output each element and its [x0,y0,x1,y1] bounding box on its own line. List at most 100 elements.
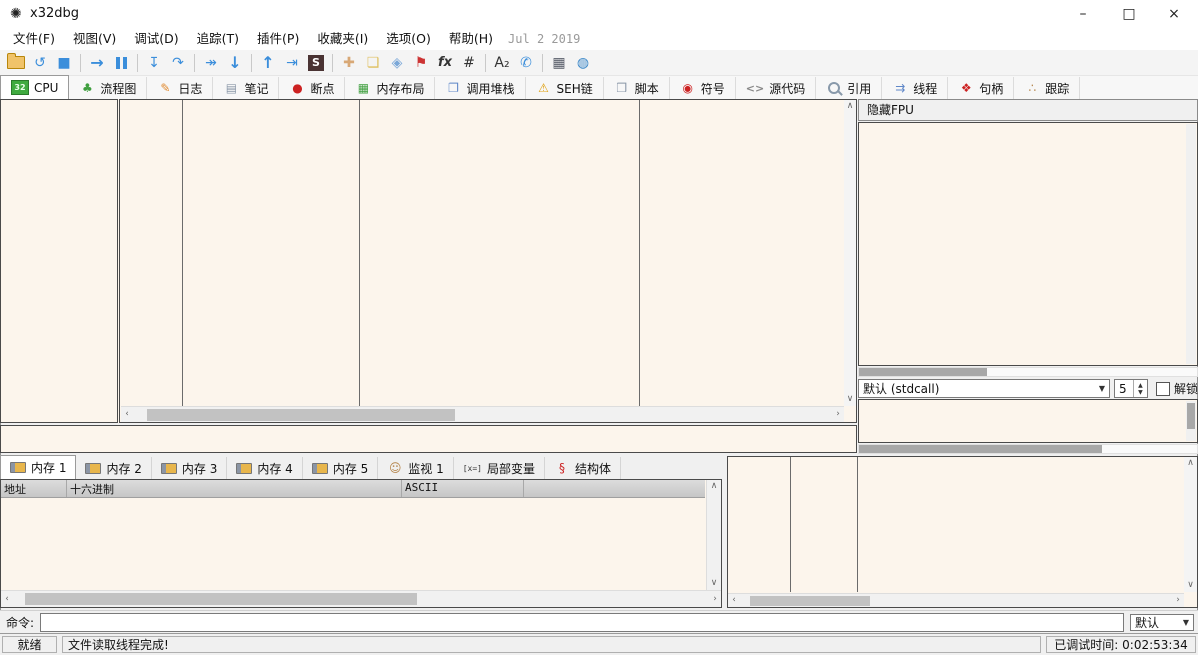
scroll-right-icon[interactable]: › [709,595,721,604]
maximize-button[interactable]: □ [1112,0,1146,28]
column-header-ascii[interactable]: ASCII [402,480,524,497]
tab-graph[interactable]: ♣流程图 [69,77,147,99]
tab-call-stack[interactable]: ❐调用堆栈 [435,77,525,99]
scrollbar-thumb[interactable] [859,368,987,376]
step-over-button[interactable]: ↷ [167,52,189,74]
tab-dump-3[interactable]: 内存 3 [152,457,227,479]
scroll-left-icon[interactable]: ‹ [1,595,13,604]
minimize-button[interactable]: – [1066,0,1100,28]
scroll-up-icon[interactable]: ∧ [844,102,856,111]
tab-script[interactable]: ❒脚本 [604,77,670,99]
hide-fpu-button[interactable]: 隐藏FPU [858,99,1198,121]
command-profile-dropdown[interactable]: 默认▼ [1130,614,1194,631]
menu-debug[interactable]: 调试(D) [125,28,187,50]
arguments-pane[interactable] [858,399,1198,443]
step-out-button[interactable]: ↑ [257,52,279,74]
tab-references[interactable]: 引用 [816,77,882,99]
scroll-down-icon[interactable]: ∨ [844,395,856,404]
calculator-button[interactable]: ▦ [548,52,570,74]
restart-button[interactable]: ↺ [29,52,51,74]
scroll-up-icon[interactable]: ∧ [708,482,720,491]
tab-dump-4[interactable]: 内存 4 [227,457,302,479]
pause-button[interactable] [110,52,132,74]
close-button[interactable]: × [1157,0,1191,28]
column-header-address[interactable]: 地址 [1,480,67,497]
functions-button[interactable]: fx [434,52,456,74]
help-button[interactable]: ◍ [572,52,594,74]
tab-locals[interactable]: [x=]局部变量 [454,457,545,479]
close-debuggee-button[interactable]: ■ [53,52,75,74]
tab-seh[interactable]: ⚠SEH链 [526,77,604,99]
scrollbar-thumb[interactable] [1187,403,1195,429]
menu-options[interactable]: 选项(O) [377,28,440,50]
column-header-blank[interactable] [524,480,705,497]
scylla-button[interactable]: S [305,52,327,74]
tab-cpu[interactable]: 32CPU [0,75,69,99]
scroll-down-icon[interactable]: ∨ [1185,581,1197,590]
disassembly-pane[interactable] [0,99,857,423]
scroll-left-icon[interactable]: ‹ [121,410,133,419]
tab-breakpoints[interactable]: ●断点 [279,77,345,99]
argument-count-stepper[interactable]: 5▲▼ [1114,379,1148,398]
registers-pane[interactable] [858,122,1198,366]
registers-horizontal-scrollbar[interactable] [858,367,1198,377]
unlock-checkbox[interactable] [1156,382,1170,396]
tab-struct[interactable]: §结构体 [545,457,621,479]
scroll-right-icon[interactable]: › [1172,596,1184,605]
calling-convention-dropdown[interactable]: 默认 (stdcall)▼ [858,379,1110,398]
registers-vertical-scrollbar[interactable] [1186,124,1196,364]
tab-memory-map[interactable]: ▦内存布局 [345,77,435,99]
stack-horizontal-scrollbar[interactable]: ‹› [728,593,1184,607]
hash-button[interactable]: # [458,52,480,74]
animate-into-button[interactable]: ↠ [200,52,222,74]
menu-help[interactable]: 帮助(H) [440,28,502,50]
stack-vertical-scrollbar[interactable]: ∧∨ [1184,457,1197,592]
execute-till-return-button[interactable]: ↓ [224,52,246,74]
scrollbar-thumb[interactable] [147,409,455,421]
patch-button[interactable]: ✚ [338,52,360,74]
scrollbar-thumb[interactable] [859,445,1102,453]
arguments-vertical-scrollbar[interactable] [1186,401,1196,441]
step-into-button[interactable]: ↧ [143,52,165,74]
scrollbar-thumb[interactable] [25,593,417,605]
comments-button[interactable]: ❏ [362,52,384,74]
scroll-right-icon[interactable]: › [832,410,844,419]
tab-source[interactable]: <>源代码 [736,77,816,99]
run-button[interactable]: → [86,52,108,74]
stack-pane[interactable] [727,456,1198,608]
menu-file[interactable]: 文件(F) [4,28,64,50]
menu-trace[interactable]: 追踪(T) [188,28,248,50]
run-to-user-code-button[interactable]: ⇥ [281,52,303,74]
arguments-horizontal-scrollbar[interactable] [858,444,1198,454]
menu-favourites[interactable]: 收藏夹(I) [308,28,377,50]
menu-plugins[interactable]: 插件(P) [248,28,308,50]
tab-notes[interactable]: ▤笔记 [213,77,279,99]
tab-log[interactable]: ✎日志 [147,77,213,99]
scroll-down-icon[interactable]: ∨ [708,579,720,588]
labels-button[interactable]: ◈ [386,52,408,74]
tab-dump-1[interactable]: 内存 1 [0,455,76,479]
tab-trace[interactable]: ∴跟踪 [1014,77,1080,99]
info-box[interactable] [0,425,857,453]
bookmarks-button[interactable]: ⚑ [410,52,432,74]
tab-symbols[interactable]: ◉符号 [670,77,736,99]
menu-view[interactable]: 视图(V) [64,28,125,50]
tab-threads[interactable]: ⇉线程 [882,77,948,99]
column-header-hex[interactable]: 十六进制 [67,480,402,497]
open-file-button[interactable] [5,52,27,74]
appearance-button[interactable]: A₂ [491,52,513,74]
tab-dump-5[interactable]: 内存 5 [303,457,378,479]
command-input[interactable] [40,613,1124,632]
tab-handles[interactable]: ❖句柄 [948,77,1014,99]
scroll-left-icon[interactable]: ‹ [728,596,740,605]
stepper-arrows-icon[interactable]: ▲▼ [1133,380,1147,397]
scroll-up-icon[interactable]: ∧ [1185,459,1197,468]
disassembly-horizontal-scrollbar[interactable]: ‹› [121,406,844,422]
tab-watch-1[interactable]: ☺监视 1 [378,457,453,479]
attach-button[interactable]: ✆ [515,52,537,74]
dump-vertical-scrollbar[interactable]: ∧∨ [706,480,721,590]
dump-horizontal-scrollbar[interactable]: ‹› [1,590,721,607]
disassembly-vertical-scrollbar[interactable]: ∧∨ [844,100,856,406]
memory-dump-table[interactable]: 地址 十六进制 ASCII ∧∨ ‹› [0,479,722,608]
tab-dump-2[interactable]: 内存 2 [76,457,151,479]
